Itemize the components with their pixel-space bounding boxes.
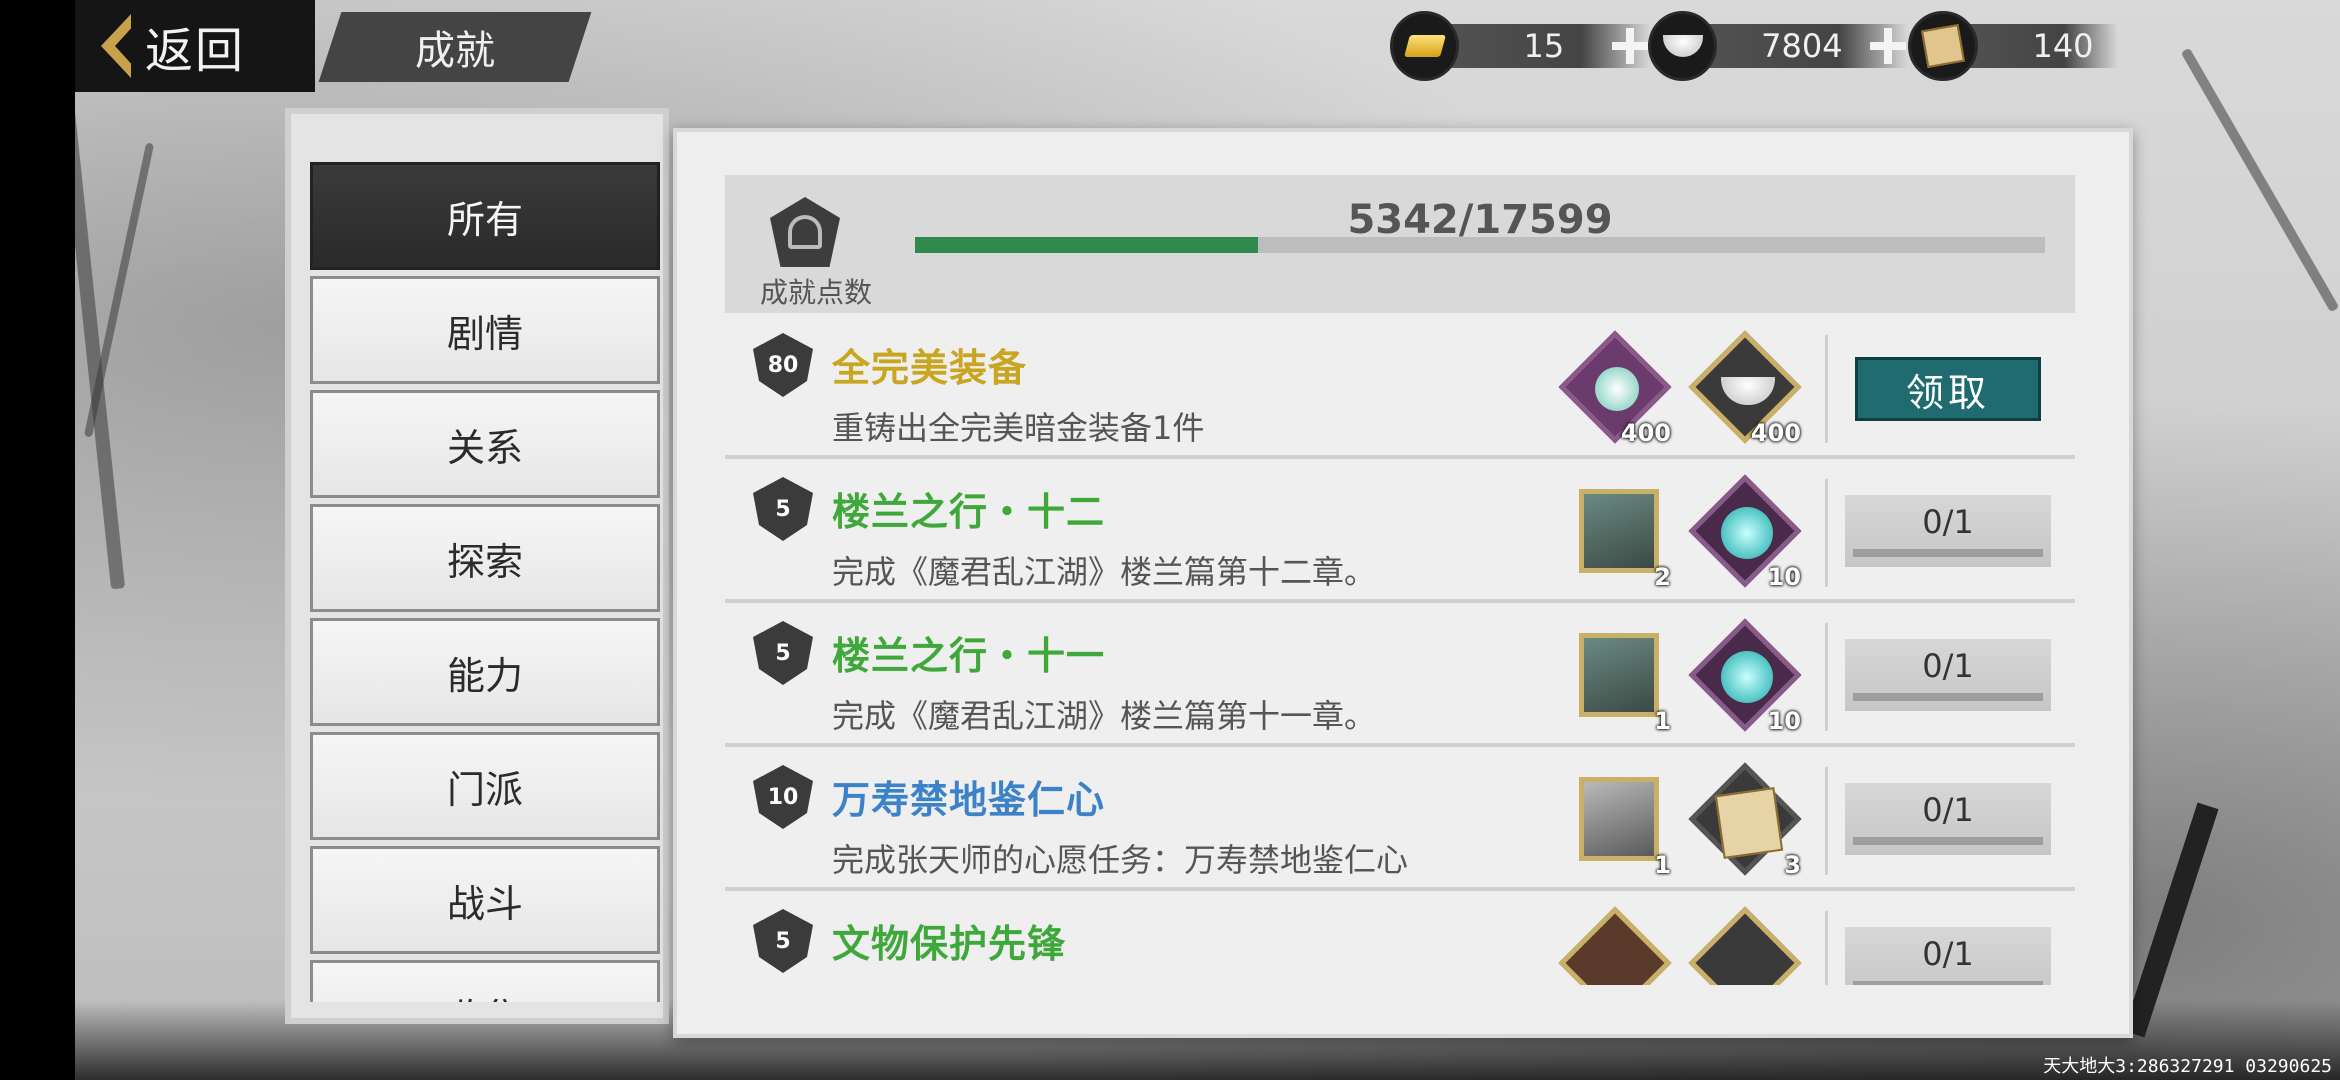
currency-silver: 7804 bbox=[1648, 11, 1908, 81]
jade-orb-icon bbox=[1595, 367, 1639, 411]
tab-story[interactable]: 剧情 bbox=[310, 276, 660, 384]
reward-hero-portrait[interactable]: 1 bbox=[1565, 625, 1671, 735]
elder-portrait-icon bbox=[1579, 777, 1659, 861]
achievement-desc: 完成《魔君乱江湖》楼兰篇第十一章。 bbox=[832, 697, 1377, 735]
reward-cyan-orb[interactable]: 10 bbox=[1688, 618, 1802, 735]
hero-portrait-icon bbox=[1579, 489, 1659, 573]
gold-bar-icon bbox=[1390, 11, 1460, 81]
progress-indicator: 0/1 bbox=[1845, 783, 2051, 855]
tab-combat[interactable]: 战斗 bbox=[310, 846, 660, 954]
level-badge-icon: 5 bbox=[753, 477, 813, 541]
reward-silver-ingot[interactable] bbox=[1688, 906, 1802, 985]
achievement-name: 万寿禁地鉴仁心 bbox=[832, 778, 1106, 822]
progress-indicator: 0/1 bbox=[1845, 639, 2051, 711]
achievement-name: 楼兰之行・十二 bbox=[832, 490, 1106, 534]
scroll-icon bbox=[1908, 11, 1978, 81]
scroll-value: 140 bbox=[2032, 27, 2094, 65]
achievement-name: 文物保护先锋 bbox=[832, 922, 1067, 966]
points-label: 成就点数 bbox=[760, 276, 873, 309]
progress-indicator: 0/1 bbox=[1845, 495, 2051, 567]
currency-gold: 15 bbox=[1390, 11, 1650, 81]
reward-seal[interactable] bbox=[1558, 906, 1672, 985]
achievement-badge-icon bbox=[770, 197, 840, 267]
achievement-row: 5 文物保护先锋 0/1 bbox=[725, 895, 2075, 985]
tab-explore[interactable]: 探索 bbox=[310, 504, 660, 612]
reward-jade-orb[interactable]: 400 bbox=[1558, 330, 1672, 447]
claim-button[interactable]: 领取 bbox=[1855, 357, 2041, 421]
reward-cyan-orb[interactable]: 10 bbox=[1688, 474, 1802, 591]
map-scroll-icon bbox=[1714, 787, 1784, 859]
achievement-name: 楼兰之行・十一 bbox=[832, 634, 1106, 678]
add-silver-button[interactable] bbox=[1868, 26, 1908, 66]
add-gold-button[interactable] bbox=[1610, 26, 1650, 66]
reward-hero-portrait[interactable]: 2 bbox=[1565, 481, 1671, 591]
footer-id: 天大地大3:286327291 03290625 bbox=[2043, 1056, 2332, 1077]
tab-all[interactable]: 所有 bbox=[310, 162, 660, 270]
level-badge-icon: 5 bbox=[753, 909, 813, 973]
gold-value: 15 bbox=[1523, 27, 1565, 65]
progress-indicator: 0/1 bbox=[1845, 927, 2051, 985]
cyan-orb-icon bbox=[1721, 651, 1773, 703]
reward-silver-ingot[interactable]: 400 bbox=[1688, 330, 1802, 447]
achievement-points-row: 成就点数 5342/17599 bbox=[725, 175, 2075, 313]
page-title-tab: 成就 bbox=[318, 12, 592, 82]
achievement-desc: 完成《魔君乱江湖》楼兰篇第十二章。 bbox=[832, 553, 1377, 591]
level-badge-icon: 5 bbox=[753, 621, 813, 685]
back-button[interactable]: 返回 bbox=[75, 0, 315, 92]
tab-collect[interactable]: 收集 bbox=[310, 960, 660, 1002]
level-badge-icon: 10 bbox=[753, 765, 813, 829]
silver-ingot-icon bbox=[1648, 11, 1718, 81]
reward-map-scroll[interactable]: 3 bbox=[1688, 762, 1802, 879]
hero-portrait-icon bbox=[1579, 633, 1659, 717]
silver-ingot-icon bbox=[1688, 906, 1802, 985]
reward-elder-portrait[interactable]: 1 bbox=[1565, 769, 1671, 879]
page-title: 成就 bbox=[415, 28, 495, 74]
seal-icon bbox=[1558, 906, 1672, 985]
achievement-row: 80 全完美装备 重铸出全完美暗金装备1件 400 400 领取 bbox=[725, 319, 2075, 459]
back-label: 返回 bbox=[145, 23, 246, 79]
tab-sect[interactable]: 门派 bbox=[310, 732, 660, 840]
achievement-row: 5 楼兰之行・十二 完成《魔君乱江湖》楼兰篇第十二章。 2 10 0/1 bbox=[725, 463, 2075, 603]
tab-ability[interactable]: 能力 bbox=[310, 618, 660, 726]
chevron-left-icon bbox=[101, 14, 135, 78]
achievement-desc: 重铸出全完美暗金装备1件 bbox=[832, 409, 1205, 447]
tab-relations[interactable]: 关系 bbox=[310, 390, 660, 498]
achievement-name: 全完美装备 bbox=[832, 346, 1028, 390]
achievement-desc: 完成张天师的心愿任务：万寿禁地鉴仁心 bbox=[832, 841, 1409, 879]
currency-scroll: 140 bbox=[1908, 11, 2118, 81]
achievement-row: 5 楼兰之行・十一 完成《魔君乱江湖》楼兰篇第十一章。 1 10 0/1 bbox=[725, 607, 2075, 747]
achievement-row: 10 万寿禁地鉴仁心 完成张天师的心愿任务：万寿禁地鉴仁心 1 3 0/1 bbox=[725, 751, 2075, 891]
achievement-list[interactable]: 成就点数 5342/17599 80 全完美装备 重铸出全完美暗金装备1件 40… bbox=[725, 175, 2075, 985]
silver-value: 7804 bbox=[1761, 27, 1843, 65]
category-list: 所有 剧情 关系 探索 能力 门派 战斗 收集 bbox=[310, 162, 660, 1002]
points-progress-text: 5342/17599 bbox=[1347, 197, 1613, 243]
cyan-orb-icon bbox=[1721, 507, 1773, 559]
level-badge-icon: 80 bbox=[753, 333, 813, 397]
